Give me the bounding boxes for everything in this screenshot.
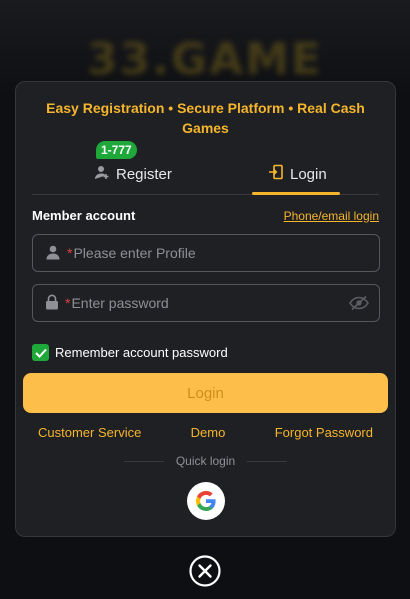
tab-login[interactable]: Login (268, 154, 327, 194)
login-modal: Easy Registration • Secure Platform • Re… (15, 81, 396, 537)
required-mark: * (65, 295, 71, 311)
quick-login-divider: Quick login (16, 454, 395, 468)
auth-tabs: Register Login (32, 154, 379, 195)
password-placeholder: *Enter password (65, 295, 169, 311)
google-icon (195, 490, 216, 512)
login-button[interactable]: Login (23, 373, 388, 413)
customer-service-link[interactable]: Customer Service (38, 425, 141, 440)
user-add-icon (94, 164, 110, 184)
footer-links: Customer Service Demo Forgot Password (38, 425, 373, 440)
tab-register[interactable]: Register (94, 154, 172, 194)
remember-checkbox[interactable] (32, 344, 49, 361)
forgot-password-link[interactable]: Forgot Password (275, 425, 373, 440)
tab-register-label: Register (116, 165, 172, 183)
active-tab-indicator (252, 192, 340, 195)
profile-placeholder-text: Please enter Profile (73, 245, 196, 261)
close-button[interactable] (189, 555, 221, 587)
phone-email-login-link[interactable]: Phone/email login (284, 209, 379, 223)
required-mark: * (67, 245, 73, 261)
profile-placeholder: *Please enter Profile (67, 245, 196, 261)
background-logo: 33.GAME (87, 34, 323, 85)
login-icon (268, 164, 284, 184)
divider-line (247, 460, 288, 462)
quick-login-label: Quick login (175, 454, 236, 468)
remember-password[interactable]: Remember account password (32, 344, 228, 361)
account-header: Member account Phone/email login (32, 208, 379, 223)
password-placeholder-text: Enter password (71, 295, 169, 311)
close-icon (189, 555, 221, 587)
check-icon (34, 348, 47, 358)
remember-label: Remember account password (55, 345, 228, 360)
tab-login-label: Login (290, 165, 327, 183)
demo-link[interactable]: Demo (191, 425, 226, 440)
register-badge: 1-777 (96, 141, 137, 159)
divider-line (123, 460, 164, 462)
google-login-button[interactable] (187, 482, 225, 520)
promo-text: Easy Registration • Secure Platform • Re… (46, 100, 365, 136)
lock-icon (45, 294, 59, 313)
profile-input[interactable]: *Please enter Profile (32, 234, 380, 272)
eye-off-icon[interactable] (349, 295, 369, 314)
user-icon (45, 244, 61, 263)
member-account-label: Member account (32, 208, 136, 223)
password-input[interactable]: *Enter password (32, 284, 380, 322)
